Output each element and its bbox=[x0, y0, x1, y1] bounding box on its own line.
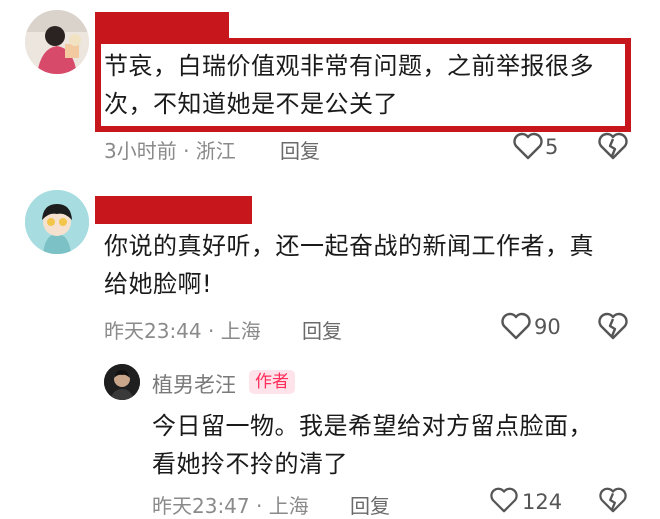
comment-text-line-1: 今日留一物。我是希望给对方留点脸面， bbox=[152, 412, 593, 440]
heart-outline-icon[interactable] bbox=[512, 131, 544, 161]
username[interactable]: 植男老汪 bbox=[152, 369, 236, 399]
heart-outline-icon[interactable] bbox=[488, 486, 520, 514]
like-count: 5 bbox=[545, 135, 559, 159]
broken-heart-icon[interactable] bbox=[597, 311, 629, 341]
comment-text-line-2: 看她拎不拎的清了 bbox=[152, 450, 348, 478]
comment-time-location: 昨天23:44 · 上海 bbox=[104, 319, 261, 343]
comment-time-location: 昨天23:47 · 上海 bbox=[152, 494, 309, 518]
comment-text-line-1: 节哀，白瑞价值观非常有问题，之前举报很多 bbox=[104, 52, 594, 80]
like-count: 90 bbox=[534, 315, 561, 339]
reply-button[interactable]: 回复 bbox=[280, 135, 320, 164]
redacted-username bbox=[95, 196, 252, 224]
broken-heart-icon[interactable] bbox=[597, 131, 629, 161]
author-badge: 作者 bbox=[249, 370, 295, 394]
broken-heart-icon[interactable] bbox=[597, 486, 629, 514]
reply-button[interactable]: 回复 bbox=[350, 490, 390, 519]
comment-time-location: 3小时前 · 浙江 bbox=[104, 139, 236, 163]
avatar[interactable] bbox=[25, 10, 89, 74]
comment-text-line-2: 次，不知道她是不是公关了 bbox=[104, 90, 398, 118]
comment-text-line-2: 给她脸啊! bbox=[104, 270, 213, 298]
reply-button[interactable]: 回复 bbox=[302, 315, 342, 344]
heart-outline-icon[interactable] bbox=[500, 311, 532, 341]
redacted-username bbox=[95, 12, 229, 40]
comment-text-line-1: 你说的真好听，还一起奋战的新闻工作者，真 bbox=[104, 232, 594, 260]
avatar[interactable] bbox=[25, 190, 89, 254]
like-count: 124 bbox=[522, 490, 563, 514]
avatar[interactable] bbox=[104, 364, 140, 400]
